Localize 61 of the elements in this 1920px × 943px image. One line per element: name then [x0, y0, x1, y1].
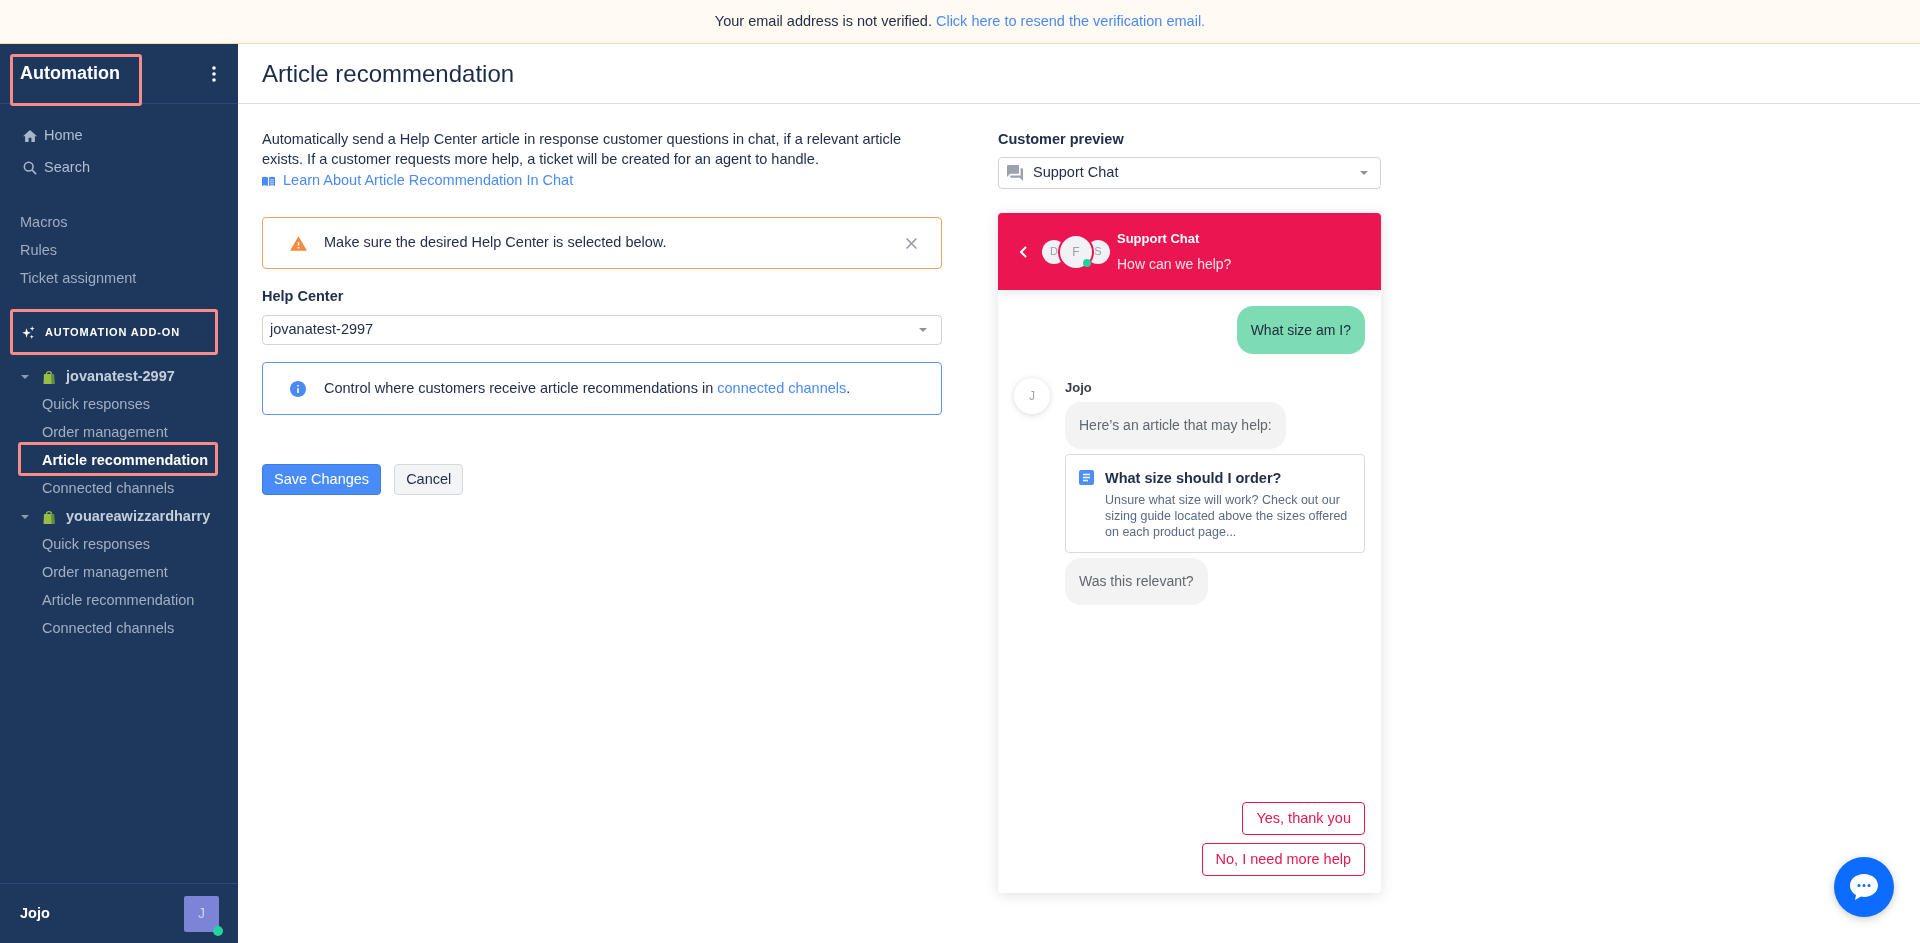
nav-link[interactable]: Home [0, 120, 238, 152]
user-name: Jojo [20, 903, 50, 923]
warning-text: Make sure the desired Help Center is selected below. [324, 233, 667, 253]
article-card[interactable]: What size should I order? Unsure what size will work? Check out our sizing guide located above the sizes offered on each product page... [1065, 454, 1365, 553]
chat-bubble-icon [1850, 874, 1878, 900]
cancel-button[interactable]: Cancel [394, 464, 464, 495]
document-icon [1079, 470, 1094, 485]
sidebar-link[interactable]: Quick responses [0, 391, 238, 419]
sidebar-link[interactable]: Article recommendation [0, 447, 238, 475]
sidebar-link[interactable]: Rules [0, 237, 238, 265]
sidebar-link[interactable]: Macros [0, 209, 238, 237]
chat-launcher-button[interactable] [1834, 857, 1894, 917]
chat-title: Support Chat [1117, 230, 1201, 247]
save-button[interactable]: Save Changes [262, 464, 382, 495]
agent-message: Was this relevant? [1065, 558, 1208, 605]
sidebar-link[interactable]: Article recommendation [0, 587, 238, 615]
description-text: Automatically send a Help Center article in response customer questions in chat, if a relevant article exists. If a customer requests more help, a ticket will be created for an agent to handle. [262, 130, 903, 169]
page-title: Article recommendation [262, 58, 515, 89]
section-heading: AUTOMATION ADD-ON [45, 324, 181, 340]
sidebar-link[interactable]: Order management [0, 419, 238, 447]
banner-text: Your email address is not verified. Click here to resend the verification email. [714, 11, 1206, 31]
customer-message: What size am I? [1236, 306, 1365, 354]
help-center-select[interactable]: jovanatest-2997 [262, 315, 942, 345]
agent-avatar: J [1014, 378, 1050, 414]
nav-link[interactable]: Search [0, 152, 238, 184]
book-icon [262, 176, 275, 186]
agent-name: Jojo [1065, 380, 1092, 396]
sidebar-link[interactable]: Connected channels [0, 475, 238, 503]
sparkles-icon [22, 325, 35, 339]
chat-subtitle: How can we help? [1117, 254, 1232, 273]
caret-icon [1360, 171, 1368, 175]
store-toggle[interactable]: jovanatest-2997 [0, 363, 238, 391]
shopping-bag-icon [43, 370, 55, 384]
field-label: Help Center [262, 287, 345, 306]
quick-reply-button[interactable]: Yes, thank you [1242, 802, 1365, 835]
home-icon [23, 130, 37, 142]
sidebar-link[interactable]: Ticket assignment [0, 265, 238, 293]
agent-message: Here’s an article that may help: [1065, 402, 1286, 449]
preview-label: Customer preview [998, 130, 1125, 149]
sidebar-title: Automation [20, 62, 120, 85]
agent-avatar: F [1058, 233, 1094, 270]
caret-icon [919, 328, 927, 332]
more-options-icon[interactable] [212, 65, 216, 82]
resend-verification-link[interactable]: Click here to resend the verification email. [935, 12, 1206, 29]
learn-more-link[interactable]: Learn About Article Recommendation In Chat [262, 171, 574, 191]
channel-select[interactable]: Support Chat [998, 157, 1381, 189]
article-title: What size should I order? [1105, 469, 1283, 487]
sidebar-link[interactable]: Connected channels [0, 615, 238, 643]
search-icon [23, 161, 37, 175]
sidebar-link[interactable]: Order management [0, 559, 238, 587]
chat-icon [1007, 165, 1023, 181]
quick-reply-button[interactable]: No, I need more help [1201, 843, 1365, 876]
store-toggle[interactable]: youareawizzardharry [0, 503, 238, 531]
shopping-bag-icon [43, 510, 55, 524]
back-chevron-icon[interactable] [1020, 245, 1027, 258]
info-icon [290, 380, 306, 397]
info-text: Control where customers receive article recommendations in connected channels. [324, 378, 851, 398]
article-summary: Unsure what size will work? Check out our sizing guide located above the sizes offered on each product page... [1105, 492, 1349, 540]
warning-icon [290, 235, 307, 251]
sidebar-link[interactable]: Quick responses [0, 531, 238, 559]
close-icon[interactable] [906, 237, 917, 249]
